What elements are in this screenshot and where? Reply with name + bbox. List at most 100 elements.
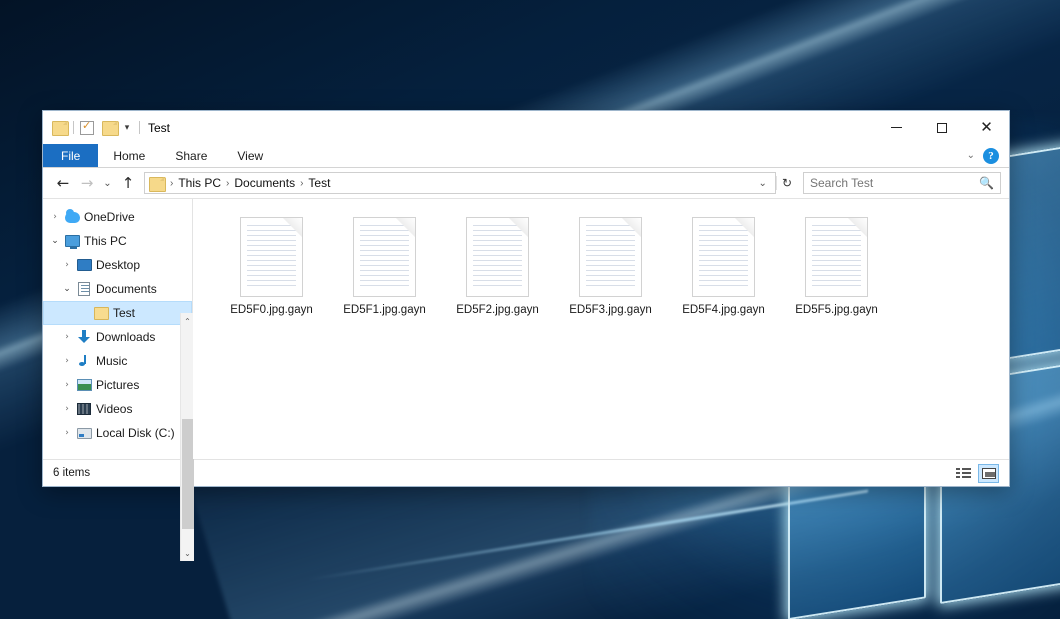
details-view-icon (956, 468, 971, 479)
onedrive-icon (63, 212, 81, 223)
address-right-controls: ⌄ (753, 178, 773, 189)
file-item[interactable]: ED5F0.jpg.gayn (215, 213, 328, 316)
chevron-right-icon[interactable]: › (47, 212, 63, 222)
properties-checkbox-icon[interactable] (80, 121, 94, 135)
file-name: ED5F2.jpg.gayn (456, 304, 538, 316)
chevron-down-icon[interactable]: ⌄ (753, 178, 773, 189)
large-icons-view-button[interactable] (978, 464, 999, 483)
file-grid: ED5F0.jpg.gayn ED5F1.jpg.gayn (193, 199, 1009, 316)
chevron-right-icon[interactable]: › (59, 260, 75, 270)
document-lines (586, 225, 635, 290)
chevron-right-icon[interactable]: › (59, 428, 75, 438)
tab-share[interactable]: Share (160, 144, 222, 167)
document-icon (466, 217, 529, 297)
chevron-right-icon[interactable]: › (59, 332, 75, 342)
sidebar-item-this-pc[interactable]: ⌄ This PC (43, 229, 192, 253)
file-item[interactable]: ED5F5.jpg.gayn (780, 213, 893, 316)
item-count: 6 items (53, 467, 90, 479)
title-bar: ▾ Test ✕ (43, 111, 1009, 144)
recent-locations-button[interactable]: ⌄ (99, 171, 116, 195)
navigation-pane: › OneDrive ⌄ This PC › Desktop (43, 199, 193, 459)
file-name: ED5F4.jpg.gayn (682, 304, 764, 316)
back-button[interactable]: ← (51, 171, 75, 195)
tab-file[interactable]: File (43, 144, 98, 167)
file-item[interactable]: ED5F3.jpg.gayn (554, 213, 667, 316)
sidebar-item-label: OneDrive (84, 210, 135, 224)
file-name: ED5F1.jpg.gayn (343, 304, 425, 316)
folder-icon[interactable] (52, 121, 67, 134)
sidebar-item-downloads[interactable]: › Downloads (43, 325, 192, 349)
sidebar-item-music[interactable]: › Music (43, 349, 192, 373)
file-explorer-window: ▾ Test ✕ File Home Share View ⌄ ? ← → (42, 110, 1010, 487)
close-icon: ✕ (980, 120, 993, 135)
sidebar-item-label: This PC (84, 234, 127, 248)
folder-icon (92, 307, 110, 320)
maximize-button[interactable] (919, 111, 964, 144)
tab-home[interactable]: Home (98, 144, 160, 167)
file-list-pane[interactable]: ED5F0.jpg.gayn ED5F1.jpg.gayn (193, 199, 1009, 459)
breadcrumb-separator: › (224, 178, 231, 189)
search-icon[interactable]: 🔍 (979, 176, 994, 190)
pictures-icon (75, 379, 93, 391)
scroll-up-arrow-icon[interactable]: ⌃ (184, 313, 191, 329)
document-icon (353, 217, 416, 297)
file-name: ED5F3.jpg.gayn (569, 304, 651, 316)
sidebar-item-desktop[interactable]: › Desktop (43, 253, 192, 277)
search-box[interactable]: 🔍 (803, 172, 1001, 194)
chevron-right-icon[interactable]: › (59, 356, 75, 366)
tab-view[interactable]: View (222, 144, 278, 167)
new-folder-icon[interactable] (102, 121, 117, 134)
folder-icon (149, 177, 164, 190)
document-icon (579, 217, 642, 297)
sidebar-item-label: Music (96, 354, 127, 368)
breadcrumb-this-pc[interactable]: This PC (175, 176, 224, 190)
help-icon[interactable]: ? (983, 148, 999, 164)
breadcrumb-test[interactable]: Test (305, 176, 333, 190)
file-item[interactable]: ED5F4.jpg.gayn (667, 213, 780, 316)
maximize-icon (937, 123, 947, 133)
sidebar-item-pictures[interactable]: › Pictures (43, 373, 192, 397)
chevron-down-icon[interactable]: ⌄ (967, 150, 975, 161)
explorer-body: › OneDrive ⌄ This PC › Desktop (43, 198, 1009, 459)
forward-button[interactable]: → (75, 171, 99, 195)
file-item[interactable]: ED5F1.jpg.gayn (328, 213, 441, 316)
minimize-button[interactable] (874, 111, 919, 144)
sidebar-item-test[interactable]: Test (43, 301, 192, 325)
refresh-icon[interactable]: ↻ (776, 176, 797, 190)
up-button[interactable]: ↑ (116, 171, 140, 195)
address-bar: ← → ⌄ ↑ › This PC › Documents › Test ⌄ ↻… (43, 168, 1009, 198)
sidebar-item-documents[interactable]: ⌄ Documents (43, 277, 192, 301)
sidebar-item-local-disk[interactable]: › Local Disk (C:) (43, 421, 192, 445)
search-input[interactable] (810, 176, 979, 190)
scrollbar-thumb[interactable] (182, 419, 194, 529)
sidebar-item-label: Desktop (96, 258, 140, 272)
chevron-right-icon[interactable]: › (59, 380, 75, 390)
sidebar-item-onedrive[interactable]: › OneDrive (43, 205, 192, 229)
document-icon (692, 217, 755, 297)
chevron-down-icon[interactable]: ⌄ (59, 284, 75, 294)
chevron-down-icon[interactable]: ▾ (121, 122, 133, 133)
file-name: ED5F5.jpg.gayn (795, 304, 877, 316)
window-controls: ✕ (874, 111, 1009, 144)
sidebar-item-label: Documents (96, 282, 157, 296)
sidebar-item-label: Local Disk (C:) (96, 426, 175, 440)
chevron-down-icon[interactable]: ⌄ (47, 236, 63, 246)
scroll-down-arrow-icon[interactable]: ⌄ (184, 545, 191, 561)
sidebar-item-videos[interactable]: › Videos (43, 397, 192, 421)
sidebar-item-label: Test (113, 306, 135, 320)
breadcrumb[interactable]: › This PC › Documents › Test ⌄ (144, 172, 776, 194)
sidebar-item-label: Videos (96, 402, 132, 416)
breadcrumb-separator: › (168, 178, 175, 189)
desktop: ▾ Test ✕ File Home Share View ⌄ ? ← → (0, 0, 1060, 619)
details-view-button[interactable] (953, 464, 974, 483)
ribbon-tab-bar: File Home Share View ⌄ ? (43, 144, 1009, 168)
ribbon-right-controls: ⌄ ? (967, 144, 1009, 167)
close-button[interactable]: ✕ (964, 111, 1009, 144)
breadcrumb-documents[interactable]: Documents (231, 176, 298, 190)
file-item[interactable]: ED5F2.jpg.gayn (441, 213, 554, 316)
minimize-icon (891, 127, 902, 128)
document-icon (240, 217, 303, 297)
qat-divider-1 (73, 121, 74, 134)
chevron-right-icon[interactable]: › (59, 404, 75, 414)
sidebar-scrollbar[interactable]: ⌃ ⌄ (180, 313, 194, 561)
